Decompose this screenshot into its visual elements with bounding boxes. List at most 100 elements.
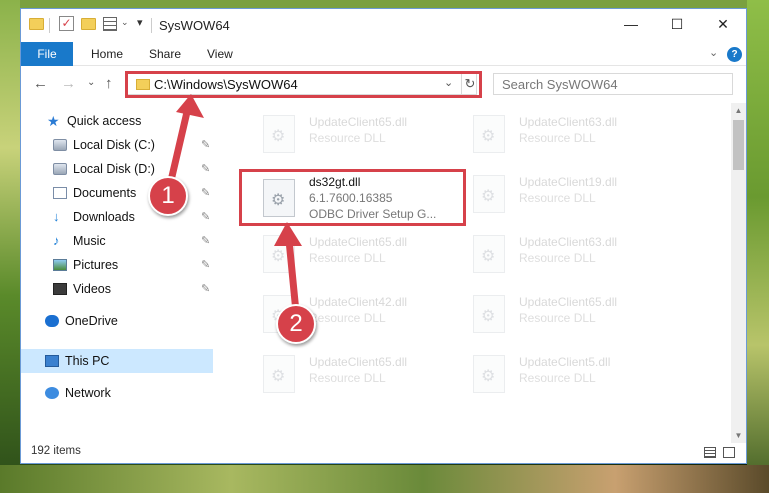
file-name: UpdateClient65.dll [309,235,408,249]
tab-home[interactable]: Home [91,42,123,66]
file-list: UpdateClient65.dll Resource DLL UpdateCl… [231,103,731,443]
pictures-icon [53,259,67,271]
navigation-pane: ★ Quick access Local Disk (C:) ✎ Local D… [21,103,217,443]
file-explorer-window: ✓ ⌄ ▾ SysWOW64 — ☐ ✕ File Home Share Vie… [20,8,747,464]
pin-icon: ✎ [201,139,211,151]
pin-icon: ✎ [201,235,211,247]
ribbon-tabs: File Home Share View ⌄ ? [21,42,746,66]
scroll-up-icon[interactable]: ▲ [731,103,746,118]
desktop-background-bottom [0,465,769,493]
properties-icon[interactable]: ✓ [59,16,74,31]
sidebar-item-label: Network [65,386,111,400]
forward-button[interactable]: → [61,75,76,92]
details-view-icon[interactable] [704,447,716,458]
desktop-background-right [747,0,769,493]
folder-icon [29,18,44,30]
view-options-icon[interactable] [103,17,117,31]
desktop-background-left [0,0,20,493]
new-folder-icon[interactable] [81,18,96,30]
dll-file-icon [263,235,295,273]
file-item[interactable]: UpdateClient5.dll Resource DLL [473,351,673,399]
file-name: UpdateClient63.dll [519,235,618,249]
item-count: 192 items [31,445,81,457]
recent-locations-button[interactable]: ⌄ [87,77,95,88]
file-highlight-box [239,169,466,226]
sidebar-item-label: Documents [73,186,137,200]
back-button[interactable]: ← [33,75,48,92]
file-item[interactable]: UpdateClient65.dll Resource DLL [263,111,463,159]
onedrive-icon [45,315,59,327]
tab-file[interactable]: File [21,42,73,66]
file-item[interactable]: UpdateClient65.dll Resource DLL [473,291,673,339]
dll-file-icon [473,235,505,273]
step-badge-2: 2 [276,304,316,344]
file-name: UpdateClient19.dll [519,175,618,189]
pin-icon: ✎ [201,259,211,271]
help-icon[interactable]: ? [727,47,742,62]
expand-ribbon-icon[interactable]: ⌄ [709,46,718,59]
dll-file-icon [473,175,505,213]
videos-icon [53,283,67,295]
window-title: SysWOW64 [159,18,230,33]
close-button[interactable]: ✕ [700,9,746,39]
file-type: Resource DLL [309,371,386,385]
drive-icon [53,139,67,151]
network-icon [45,387,59,399]
dll-file-icon [473,115,505,153]
file-type: Resource DLL [519,191,596,205]
downloads-icon: ↓ [53,209,60,224]
file-name: UpdateClient5.dll [519,355,611,369]
file-item[interactable]: UpdateClient63.dll Resource DLL [473,111,673,159]
scroll-down-icon[interactable]: ▼ [731,428,746,443]
pin-icon: ✎ [201,211,211,223]
qa-dropdown-icon[interactable]: ⌄ [121,17,129,28]
search-placeholder: Search SysWOW64 [502,77,618,92]
file-name: UpdateClient42.dll [309,295,408,309]
sidebar-item-label: Videos [73,282,111,296]
documents-icon [53,187,67,199]
tab-view[interactable]: View [207,42,233,66]
title-separator [49,18,50,33]
scrollbar-thumb[interactable] [733,120,744,170]
dll-file-icon [473,355,505,393]
pin-icon: ✎ [201,187,211,199]
file-item[interactable]: UpdateClient19.dll Resource DLL [473,171,673,219]
file-type: Resource DLL [309,251,386,265]
sidebar-item-label: OneDrive [65,314,118,328]
file-type: Resource DLL [519,311,596,325]
pin-icon: ✎ [201,163,211,175]
computer-icon [45,355,59,367]
dll-file-icon [263,355,295,393]
up-button[interactable]: ↑ [105,75,113,92]
pin-icon: ✎ [201,283,211,295]
sidebar-item-label: Local Disk (D:) [73,162,155,176]
sidebar-item-label: This PC [65,354,110,368]
minimize-button[interactable]: — [608,9,654,39]
file-item[interactable]: UpdateClient65.dll Resource DLL [263,351,463,399]
drive-icon [53,163,67,175]
search-input[interactable]: Search SysWOW64 [493,73,733,95]
star-icon: ★ [47,113,60,129]
file-type: Resource DLL [309,131,386,145]
title-bar: ✓ ⌄ ▾ SysWOW64 — ☐ ✕ [21,9,746,41]
desktop-background-top [0,0,769,8]
navigation-bar: ← → ⌄ ↑ C:\Windows\SysWOW64 ⌄ ↻ Search S… [21,67,746,101]
sidebar-item-label: Quick access [67,114,142,128]
file-type: Resource DLL [519,251,596,265]
sidebar-item-label: Music [73,234,106,248]
sidebar-item-label: Downloads [73,210,135,224]
maximize-button[interactable]: ☐ [654,9,700,39]
large-icons-view-icon[interactable] [723,447,735,458]
file-type: Resource DLL [309,311,386,325]
title-separator [151,18,152,33]
music-icon: ♪ [53,233,60,248]
file-item[interactable]: UpdateClient65.dll Resource DLL [263,231,463,279]
dll-file-icon [263,115,295,153]
sidebar-item-label: Pictures [73,258,119,272]
vertical-scrollbar[interactable]: ▲ ▼ [731,103,746,443]
file-type: Resource DLL [519,131,596,145]
file-item[interactable]: UpdateClient63.dll Resource DLL [473,231,673,279]
tab-share[interactable]: Share [149,42,181,66]
customize-toolbar-icon[interactable]: ▾ [137,16,143,29]
file-name: UpdateClient65.dll [309,355,408,369]
